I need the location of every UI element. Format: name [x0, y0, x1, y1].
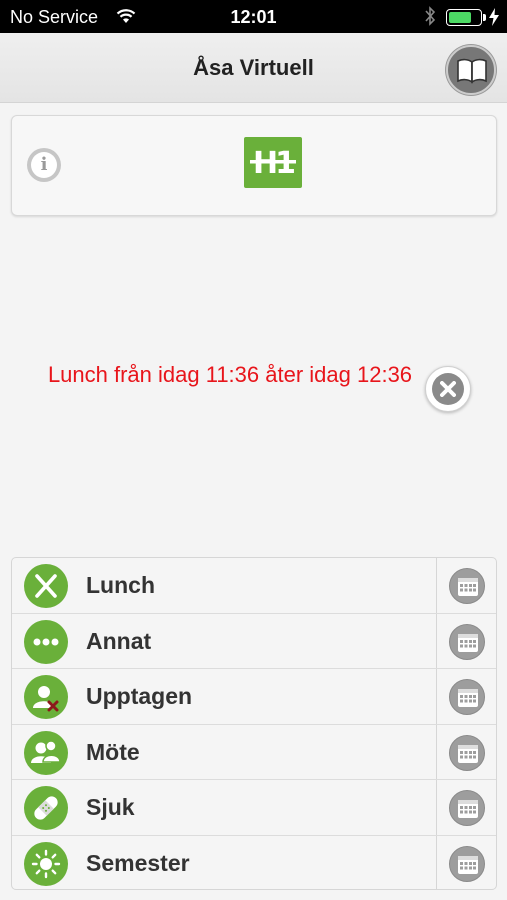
list-item-mote: Möte	[12, 724, 496, 780]
calendar-icon	[449, 679, 485, 715]
close-icon	[432, 373, 464, 405]
sun-icon	[24, 841, 68, 886]
calendar-icon	[449, 734, 485, 771]
info-glyph: i	[31, 152, 57, 178]
info-icon[interactable]: i	[27, 148, 61, 182]
status-label: Upptagen	[86, 683, 193, 709]
calendar-icon	[449, 790, 485, 826]
company-card: i H1	[11, 115, 497, 216]
set-status-sjuk[interactable]: Sjuk	[12, 780, 436, 835]
battery-tip	[483, 14, 486, 21]
clear-status-button[interactable]	[425, 366, 471, 412]
schedule-button-lunch[interactable]	[436, 558, 496, 613]
schedule-button-semester[interactable]	[436, 835, 496, 889]
bandage-icon	[24, 786, 68, 830]
busy-person-icon	[24, 675, 68, 719]
list-item-lunch: Lunch	[12, 558, 496, 614]
set-status-mote[interactable]: Möte	[12, 725, 436, 780]
status-label: Lunch	[86, 572, 155, 598]
calendar-icon	[449, 845, 485, 882]
dots-icon	[24, 619, 68, 664]
nav-bar: Åsa Virtuell	[0, 33, 507, 103]
charging-icon	[489, 8, 499, 31]
status-label: Annat	[86, 627, 152, 654]
schedule-button-mote[interactable]	[436, 724, 496, 779]
battery-level	[449, 12, 471, 23]
schedule-button-sjuk[interactable]	[436, 780, 496, 835]
page-title: Åsa Virtuell	[193, 55, 314, 80]
list-item-upptagen: Upptagen	[12, 669, 496, 725]
bluetooth-icon	[424, 6, 436, 31]
list-item-annat: Annat	[12, 613, 496, 669]
status-label: Semester	[86, 849, 190, 876]
list-item-semester: Semester	[12, 835, 496, 890]
schedule-button-annat[interactable]	[436, 613, 496, 668]
status-label: Möte	[86, 738, 140, 765]
current-status-message: Lunch från idag 11:36 åter idag 12:36	[47, 362, 413, 387]
fork-knife-icon	[24, 564, 68, 608]
schedule-button-upptagen[interactable]	[436, 669, 496, 724]
set-status-semester[interactable]: Semester	[12, 836, 436, 890]
calendar-icon	[449, 568, 485, 604]
set-status-upptagen[interactable]: Upptagen	[12, 669, 436, 724]
status-bar: No Service 12:01	[0, 0, 507, 33]
book-icon[interactable]	[446, 45, 496, 95]
status-label: Sjuk	[86, 794, 135, 820]
status-list: Lunch Annat Upptagen Möte Sjuk Semester	[11, 557, 497, 890]
meeting-icon	[24, 730, 68, 775]
calendar-icon	[449, 623, 485, 660]
set-status-lunch[interactable]: Lunch	[12, 558, 436, 613]
set-status-annat[interactable]: Annat	[12, 614, 436, 669]
company-logo: H1	[244, 137, 302, 188]
battery-icon	[446, 9, 482, 26]
list-item-sjuk: Sjuk	[12, 780, 496, 836]
